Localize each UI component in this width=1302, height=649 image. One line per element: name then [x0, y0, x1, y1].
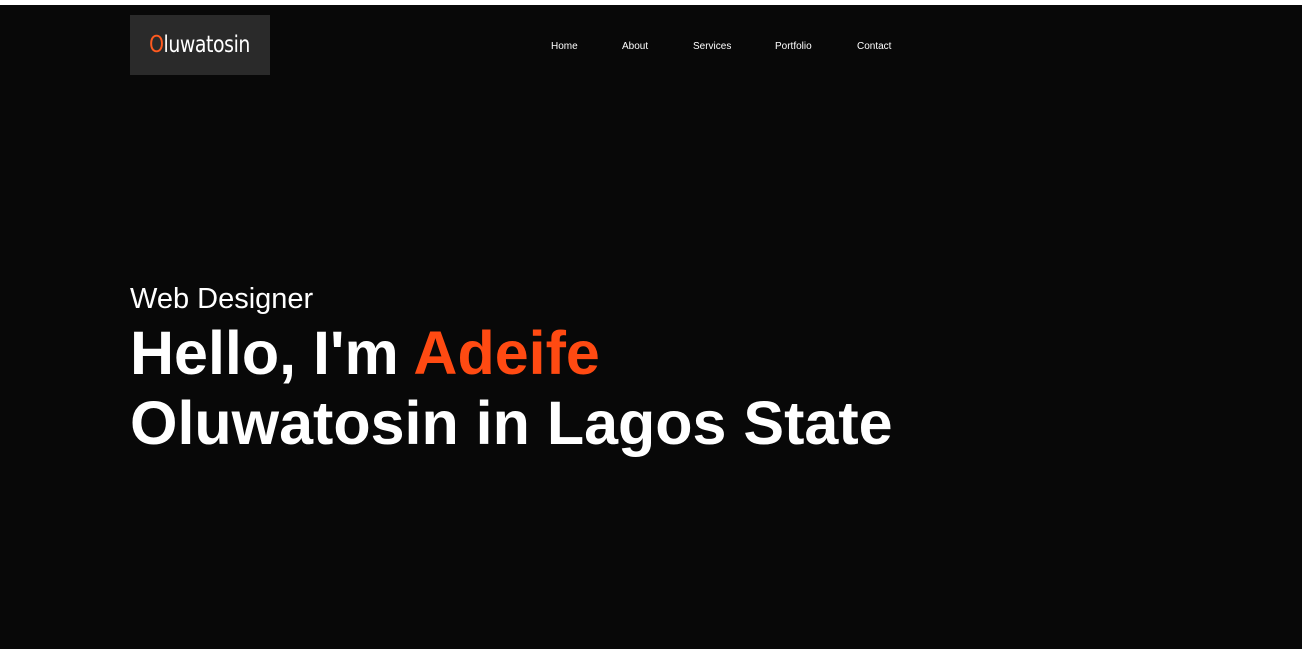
- nav-link-contact[interactable]: Contact: [857, 41, 891, 53]
- headline-line-two: Oluwatosin in Lagos State: [130, 389, 893, 457]
- hero-headline: Hello, I'm Adeife Oluwatosin in Lagos Sta…: [130, 318, 893, 458]
- headline-name: Adeife: [413, 319, 600, 387]
- main-nav: Home About Services Portfolio Contact: [0, 41, 1302, 53]
- headline-greeting: Hello, I'm: [130, 319, 414, 387]
- nav-link-portfolio[interactable]: Portfolio: [775, 41, 812, 53]
- nav-link-services[interactable]: Services: [693, 41, 731, 53]
- hero-subtitle: Web Designer: [130, 283, 314, 315]
- nav-link-home[interactable]: Home: [551, 41, 578, 53]
- nav-link-about[interactable]: About: [622, 41, 648, 53]
- page-background: Oluwatosin Home About Services Portfolio…: [0, 5, 1302, 649]
